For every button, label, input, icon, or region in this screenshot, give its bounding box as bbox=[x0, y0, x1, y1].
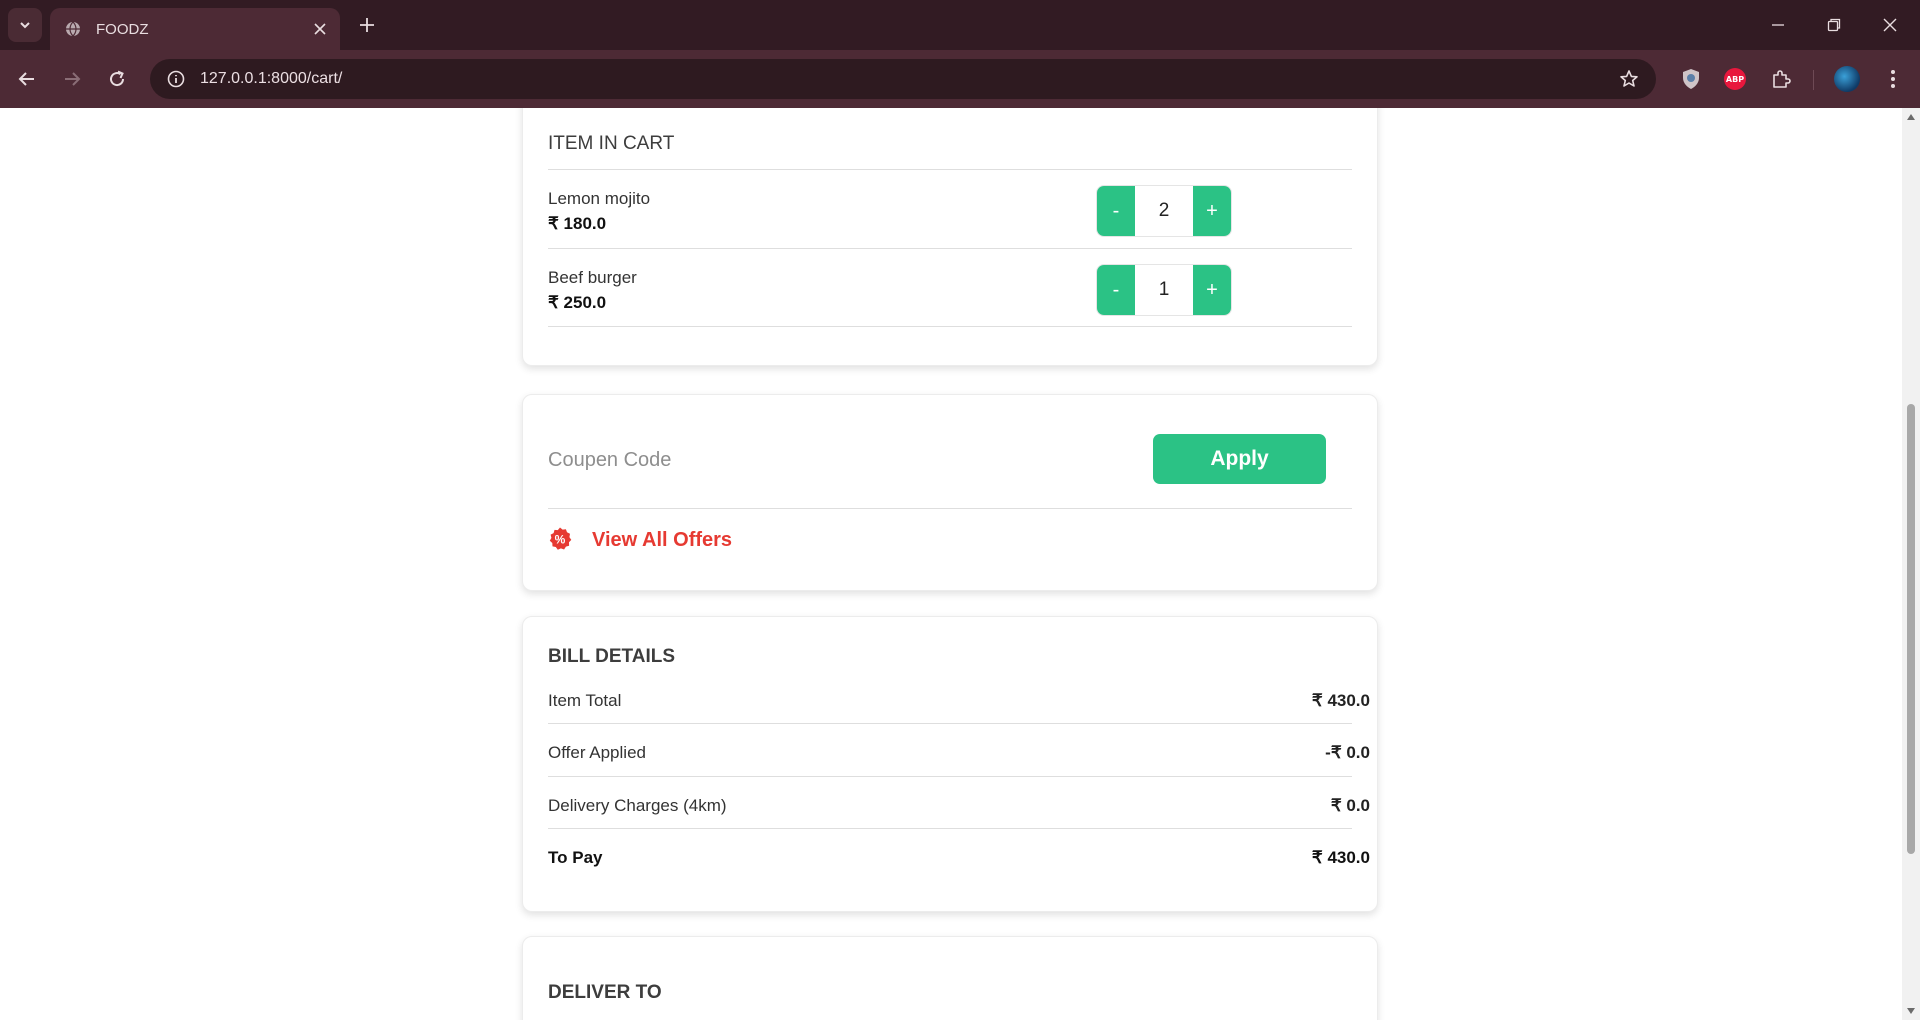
cart-item-name: Beef burger bbox=[548, 268, 637, 287]
divider bbox=[548, 248, 1352, 249]
bill-row-value: -₹ 0.0 bbox=[1325, 743, 1370, 762]
close-icon bbox=[1883, 18, 1897, 32]
increase-quantity-button[interactable]: + bbox=[1193, 186, 1231, 236]
adblock-extension-button[interactable]: ABP bbox=[1718, 62, 1752, 96]
deliver-section-title: DELIVER TO bbox=[548, 982, 662, 1003]
increase-quantity-button[interactable]: + bbox=[1193, 265, 1231, 315]
quantity-stepper: - 2 + bbox=[1097, 186, 1231, 236]
globe-icon bbox=[64, 20, 82, 38]
star-icon[interactable] bbox=[1612, 62, 1646, 96]
minimize-button[interactable] bbox=[1750, 0, 1806, 50]
tab-title: FOODZ bbox=[96, 20, 149, 38]
browser-tab-bar: FOODZ bbox=[0, 0, 1920, 50]
shield-extension-button[interactable] bbox=[1674, 62, 1708, 96]
address-bar[interactable]: 127.0.0.1:8000/cart/ bbox=[150, 59, 1656, 99]
cart-item-price: ₹ 250.0 bbox=[548, 293, 607, 312]
divider bbox=[548, 828, 1352, 829]
page-viewport bbox=[0, 108, 1902, 1020]
view-all-offers-link[interactable]: View All Offers bbox=[592, 529, 732, 552]
scrollbar-thumb[interactable] bbox=[1907, 404, 1915, 854]
divider bbox=[548, 723, 1352, 724]
bill-row-value: ₹ 430.0 bbox=[1311, 691, 1370, 710]
divider bbox=[548, 169, 1352, 170]
apply-coupon-button[interactable]: Apply bbox=[1153, 434, 1326, 484]
forward-button[interactable] bbox=[55, 62, 89, 96]
offer-percent-icon: % bbox=[549, 527, 572, 550]
quantity-stepper: - 1 + bbox=[1097, 265, 1231, 315]
back-button[interactable] bbox=[10, 62, 44, 96]
scroll-down-arrow-icon[interactable] bbox=[1906, 1006, 1916, 1016]
tab-search-button[interactable] bbox=[8, 8, 42, 42]
divider bbox=[548, 326, 1352, 327]
svg-text:%: % bbox=[555, 533, 566, 547]
extensions-button[interactable] bbox=[1764, 62, 1798, 96]
decrease-quantity-button[interactable]: - bbox=[1097, 186, 1135, 236]
tab-close-button[interactable] bbox=[306, 15, 334, 43]
minimize-icon bbox=[1772, 24, 1784, 26]
restore-button[interactable] bbox=[1806, 0, 1862, 50]
restore-icon bbox=[1827, 18, 1841, 32]
coupon-card bbox=[522, 394, 1378, 591]
window-close-button[interactable] bbox=[1862, 0, 1918, 50]
deliver-card bbox=[522, 936, 1378, 1020]
to-pay-label: To Pay bbox=[548, 848, 603, 867]
bill-row-value: ₹ 0.0 bbox=[1330, 796, 1370, 815]
bill-row-label: Offer Applied bbox=[548, 743, 646, 762]
kebab-menu-icon bbox=[1891, 70, 1895, 88]
to-pay-value: ₹ 430.0 bbox=[1311, 848, 1370, 867]
forward-icon bbox=[65, 72, 81, 86]
decrease-quantity-button[interactable]: - bbox=[1097, 265, 1135, 315]
reload-button[interactable] bbox=[100, 62, 134, 96]
browser-toolbar: 127.0.0.1:8000/cart/ ABP bbox=[0, 50, 1920, 108]
adblock-icon: ABP bbox=[1724, 68, 1746, 90]
coupon-code-input[interactable] bbox=[548, 438, 1068, 482]
puzzle-icon bbox=[1773, 70, 1791, 88]
browser-tab[interactable]: FOODZ bbox=[50, 8, 340, 50]
avatar bbox=[1834, 66, 1860, 92]
cart-item-price: ₹ 180.0 bbox=[548, 214, 607, 233]
url-text[interactable]: 127.0.0.1:8000/cart/ bbox=[200, 70, 1612, 88]
cart-section-title: ITEM IN CART bbox=[548, 133, 675, 154]
cart-item-name: Lemon mojito bbox=[548, 189, 651, 208]
divider bbox=[548, 776, 1352, 777]
toolbar-separator bbox=[1813, 70, 1814, 90]
plus-icon bbox=[360, 18, 374, 32]
back-icon bbox=[18, 72, 34, 86]
bill-row-label: Item Total bbox=[548, 691, 622, 710]
new-tab-button[interactable] bbox=[352, 10, 382, 40]
quantity-value: 2 bbox=[1135, 186, 1193, 236]
quantity-value: 1 bbox=[1135, 265, 1193, 315]
reload-icon bbox=[110, 70, 125, 87]
chevron-down-icon bbox=[20, 22, 30, 29]
info-icon[interactable] bbox=[156, 59, 196, 99]
shield-icon bbox=[1683, 69, 1699, 89]
bill-row-label: Delivery Charges (4km) bbox=[548, 796, 727, 815]
browser-menu-button[interactable] bbox=[1876, 62, 1910, 96]
bill-section-title: BILL DETAILS bbox=[548, 646, 676, 667]
divider bbox=[548, 508, 1352, 509]
scroll-up-arrow-icon[interactable] bbox=[1906, 112, 1916, 122]
profile-button[interactable] bbox=[1830, 62, 1864, 96]
close-icon bbox=[314, 23, 326, 35]
page-scrollbar[interactable] bbox=[1902, 108, 1920, 1020]
